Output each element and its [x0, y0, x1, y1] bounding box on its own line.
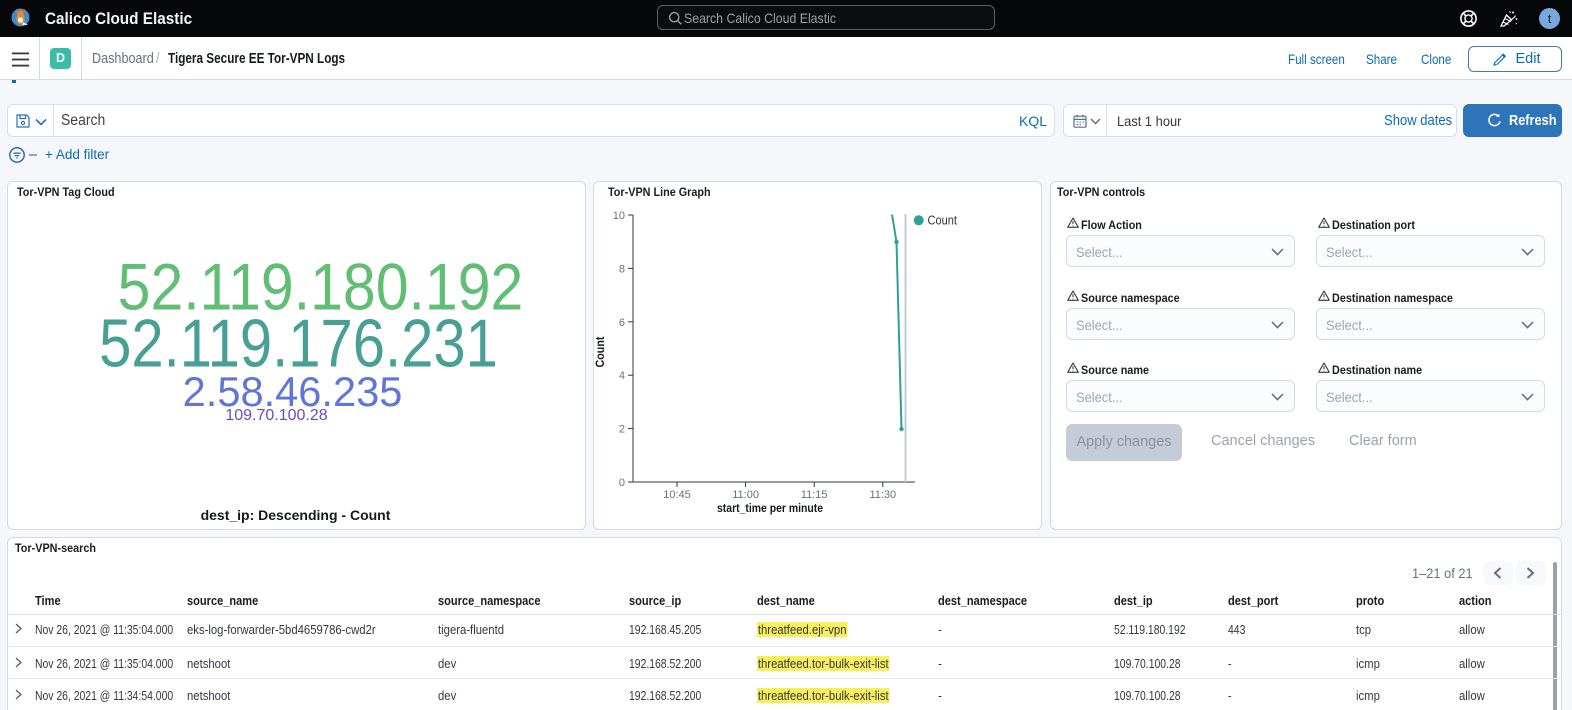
svg-text:4: 4: [619, 370, 625, 382]
svg-text:10:45: 10:45: [663, 489, 691, 501]
svg-text:start_time per minute: start_time per minute: [717, 501, 823, 515]
svg-text:11:15: 11:15: [801, 489, 828, 501]
svg-text:0: 0: [619, 477, 625, 489]
svg-text:8: 8: [619, 263, 625, 275]
svg-text:2: 2: [619, 424, 625, 436]
svg-text:Count: Count: [593, 337, 607, 368]
svg-text:11:30: 11:30: [869, 489, 896, 501]
svg-text:10: 10: [613, 210, 625, 222]
svg-text:6: 6: [619, 317, 625, 329]
svg-text:Count: Count: [928, 213, 958, 228]
svg-text:11:00: 11:00: [732, 489, 759, 501]
